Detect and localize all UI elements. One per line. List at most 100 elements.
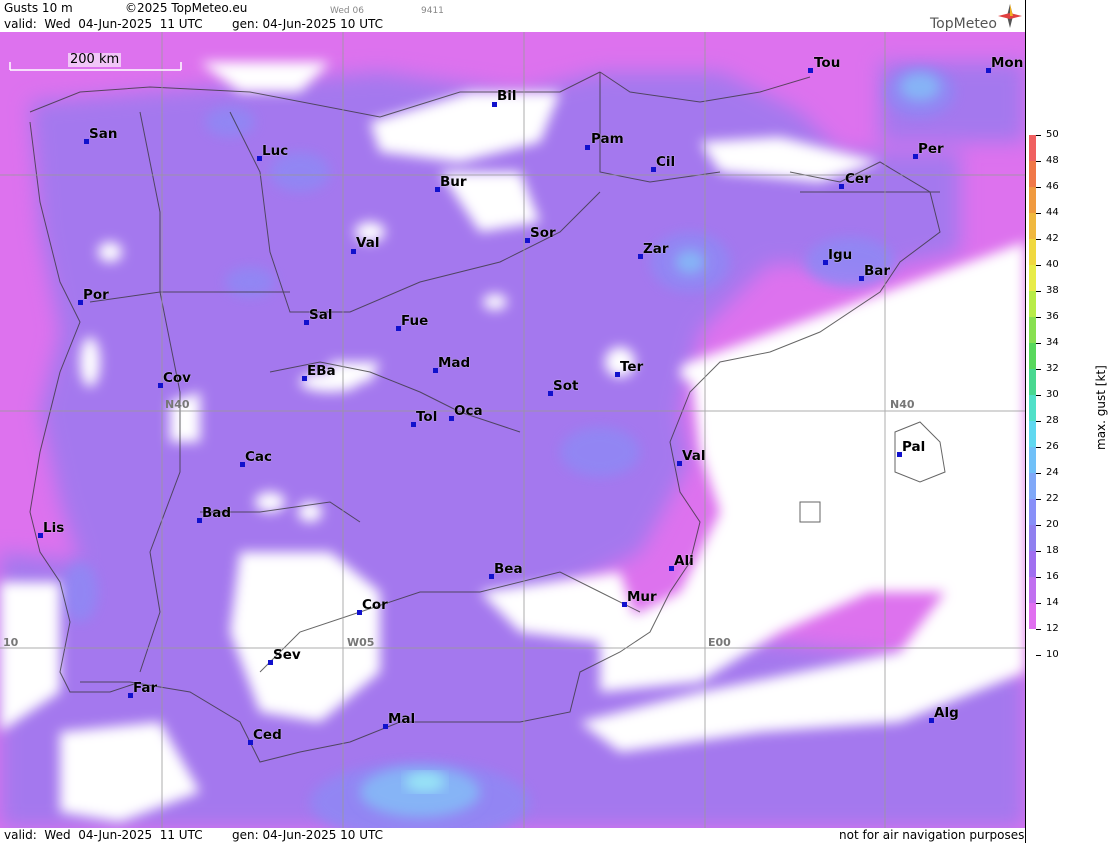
legend-tick-label: 16 [1046, 571, 1059, 582]
city-label[interactable]: EBa [307, 364, 336, 378]
city-label[interactable]: Igu [828, 248, 852, 262]
city-label[interactable]: Pal [902, 440, 925, 454]
city-label[interactable]: Sor [530, 226, 556, 240]
legend-tick-mark [1036, 447, 1041, 448]
grid-label-n40-left: N40 [165, 398, 190, 411]
city-label[interactable]: Mon [991, 56, 1023, 70]
city-label[interactable]: Pam [591, 132, 624, 146]
city-label[interactable]: Ter [620, 360, 643, 374]
legend-swatch [1029, 187, 1036, 213]
legend-tick-mark [1036, 317, 1041, 318]
city-label[interactable]: Far [133, 681, 157, 695]
legend-tick-label: 22 [1046, 493, 1059, 504]
grid-label-e00: E00 [708, 636, 731, 649]
footer-valid-time: valid: Wed 04-Jun-2025 11 UTC [4, 828, 203, 842]
legend-tick-mark [1036, 655, 1041, 656]
legend-tick-label: 44 [1046, 207, 1059, 218]
legend-tick-label: 40 [1046, 259, 1059, 270]
gen-time: gen: 04-Jun-2025 10 UTC [232, 17, 384, 31]
gust-map[interactable]: 200 km N40 N40 W05 E00 10 Tou Mon Bil Sa… [0, 32, 1025, 829]
city-label[interactable]: Cer [845, 172, 871, 186]
tab-day[interactable]: Wed 06 [330, 4, 364, 18]
city-label[interactable]: Cor [362, 598, 388, 612]
map-canvas [0, 32, 1025, 828]
legend-tick-mark [1036, 187, 1041, 188]
city-label[interactable]: Mur [627, 590, 657, 604]
grid-label-w10: 10 [3, 636, 19, 649]
legend-tick-label: 24 [1046, 467, 1059, 478]
city-label[interactable]: Bar [864, 264, 890, 278]
legend-swatch [1029, 603, 1036, 629]
legend-tick-mark [1036, 265, 1041, 266]
legend-tick-label: 28 [1046, 415, 1059, 426]
city-dot [839, 184, 844, 189]
legend-color-bar [1029, 135, 1036, 629]
city-label[interactable]: Fue [401, 314, 428, 328]
legend-tick-label: 46 [1046, 181, 1059, 192]
city-label[interactable]: Bur [440, 175, 467, 189]
legend-tick-mark [1036, 395, 1041, 396]
city-label[interactable]: Oca [454, 404, 483, 418]
legend-tick-label: 26 [1046, 441, 1059, 452]
legend-tick-label: 18 [1046, 545, 1059, 556]
legend-tick-label: 50 [1046, 129, 1059, 140]
city-label[interactable]: Ced [253, 728, 282, 742]
legend-tick-mark [1036, 369, 1041, 370]
city-label[interactable]: Per [918, 142, 944, 156]
city-label[interactable]: Bad [202, 506, 231, 520]
legend-tick-mark [1036, 213, 1041, 214]
tab-code[interactable]: 9411 [421, 4, 444, 18]
city-label[interactable]: Mad [438, 356, 470, 370]
city-label[interactable]: Cac [245, 450, 272, 464]
city-label[interactable]: Luc [262, 144, 288, 158]
legend-swatch [1029, 213, 1036, 239]
footer-disclaimer: not for air navigation purposes [839, 828, 1025, 842]
legend-swatch [1029, 161, 1036, 187]
legend-tick-label: 10 [1046, 649, 1059, 660]
legend-tick-label: 34 [1046, 337, 1059, 348]
legend-tick-mark [1036, 239, 1041, 240]
legend-tick-label: 48 [1046, 155, 1059, 166]
legend-tick-mark [1036, 525, 1041, 526]
city-label[interactable]: Sot [553, 379, 578, 393]
city-label[interactable]: Sal [309, 308, 332, 322]
city-label[interactable]: San [89, 127, 117, 141]
city-label[interactable]: Zar [643, 242, 669, 256]
legend-tick-label: 36 [1046, 311, 1059, 322]
map-title: Gusts 10 m [4, 1, 73, 15]
city-label[interactable]: Sev [273, 648, 301, 662]
legend-tick-label: 42 [1046, 233, 1059, 244]
city-label[interactable]: Bil [497, 89, 517, 103]
legend-swatch [1029, 525, 1036, 551]
city-label[interactable]: Ali [674, 554, 694, 568]
footer-gen-time: gen: 04-Jun-2025 10 UTC [232, 828, 384, 842]
city-label[interactable]: Cil [656, 155, 675, 169]
legend-tick-mark [1036, 343, 1041, 344]
legend-tick-mark [1036, 161, 1041, 162]
legend-swatch [1029, 577, 1036, 603]
city-label[interactable]: Val [356, 236, 379, 250]
legend-swatch [1029, 317, 1036, 343]
legend-swatch [1029, 239, 1036, 265]
city-label[interactable]: Lis [43, 521, 64, 535]
city-label[interactable]: Tou [814, 56, 840, 70]
legend-tick-label: 14 [1046, 597, 1059, 608]
legend-tick-mark [1036, 551, 1041, 552]
valid-time: valid: Wed 04-Jun-2025 11 UTC [4, 17, 203, 31]
city-label[interactable]: Por [83, 288, 109, 302]
city-label[interactable]: Val [682, 449, 705, 463]
header-bar: Gusts 10 m ©2025 TopMeteo.eu Wed 06 9411… [0, 0, 1025, 33]
city-label[interactable]: Bea [494, 562, 523, 576]
city-label[interactable]: Tol [416, 410, 437, 424]
topmeteo-logo[interactable]: TopMeteo [930, 16, 997, 32]
legend-swatch [1029, 499, 1036, 525]
grid-label-w05: W05 [347, 636, 375, 649]
legend-swatch [1029, 473, 1036, 499]
city-label[interactable]: Cov [163, 371, 191, 385]
legend-tick-mark [1036, 473, 1041, 474]
legend-swatch [1029, 551, 1036, 577]
city-label[interactable]: Alg [934, 706, 959, 720]
scale-bar-label: 200 km [68, 52, 122, 67]
legend-tick-label: 20 [1046, 519, 1059, 530]
city-label[interactable]: Mal [388, 712, 415, 726]
